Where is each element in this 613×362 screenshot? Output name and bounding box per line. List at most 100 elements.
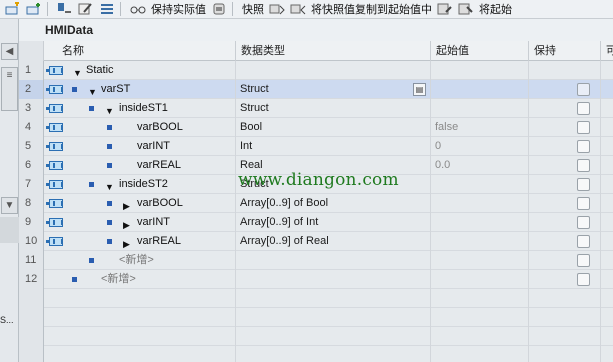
keep-actual-values-button[interactable]: 保持实际值 <box>151 1 206 17</box>
type-cell[interactable] <box>236 61 431 80</box>
table-row[interactable]: 11 <新增> <box>19 251 613 270</box>
table-row[interactable]: 4 varBOOL Bool false <box>19 118 613 137</box>
retain-checkbox[interactable] <box>577 159 590 172</box>
start-value-cell[interactable] <box>431 80 529 99</box>
retain-checkbox[interactable] <box>577 121 590 134</box>
type-cell[interactable]: Struct <box>236 99 431 118</box>
type-cell[interactable] <box>236 270 431 289</box>
scroll-bar[interactable]: ≡ <box>1 67 18 111</box>
start-value-cell[interactable] <box>431 232 529 251</box>
start-value-cell[interactable] <box>431 270 529 289</box>
name-cell[interactable]: <新增> <box>44 270 236 289</box>
load-actual-values-icon[interactable] <box>458 2 474 16</box>
expand-arrow-icon[interactable]: ▼ <box>105 178 114 194</box>
retain-checkbox[interactable] <box>577 83 590 96</box>
table-row[interactable]: 8 ▶ varBOOL Array[0..9] of Bool <box>19 194 613 213</box>
name-cell[interactable]: ▼ insideST1 <box>44 99 236 118</box>
start-value-cell[interactable]: 0 <box>431 137 529 156</box>
table-row[interactable]: 5 varINT Int 0 <box>19 137 613 156</box>
retain-checkbox[interactable] <box>577 216 590 229</box>
header-name[interactable]: 名称 <box>44 41 236 61</box>
start-value-cell[interactable] <box>431 175 529 194</box>
table-row-selected[interactable]: 2 ▼ varST Struct ▤ <box>19 80 613 99</box>
start-value-cell[interactable] <box>431 213 529 232</box>
type-cell[interactable]: Array[0..9] of Bool <box>236 194 431 213</box>
name-cell[interactable]: ▼ varST <box>44 80 236 99</box>
header-start-value[interactable]: 起始值 <box>431 41 529 61</box>
name-cell[interactable]: ▶ varBOOL <box>44 194 236 213</box>
header-retain[interactable]: 保持 <box>529 41 601 61</box>
type-cell[interactable] <box>236 251 431 270</box>
retain-cell[interactable] <box>529 118 601 137</box>
copy-snapshot-to-start-button[interactable]: 将快照值复制到起始值中 <box>311 1 432 17</box>
type-cell[interactable]: Struct ▤ <box>236 80 431 99</box>
header-more[interactable]: 可 <box>601 41 613 61</box>
name-cell[interactable]: varREAL <box>44 156 236 175</box>
name-cell[interactable]: ▶ varINT <box>44 213 236 232</box>
type-picker-icon[interactable]: ▤ <box>413 83 426 96</box>
name-cell[interactable]: <新增> <box>44 251 236 270</box>
start-value-cell[interactable]: false <box>431 118 529 137</box>
name-cell[interactable]: ▼ insideST2 <box>44 175 236 194</box>
name-cell[interactable]: varINT <box>44 137 236 156</box>
retain-checkbox[interactable] <box>577 197 590 210</box>
type-cell[interactable]: Bool <box>236 118 431 137</box>
add-new-member[interactable]: <新增> <box>119 251 154 269</box>
add-new-member[interactable]: <新增> <box>101 270 136 288</box>
table-row[interactable]: 1 ▼ Static <box>19 61 613 80</box>
retain-cell[interactable] <box>529 175 601 194</box>
glasses-icon[interactable] <box>130 2 146 16</box>
add-row-icon[interactable] <box>26 2 42 16</box>
name-cell[interactable]: varBOOL <box>44 118 236 137</box>
list-icon[interactable] <box>99 2 115 16</box>
retain-checkbox[interactable] <box>577 235 590 248</box>
start-value-cell[interactable]: 0.0 <box>431 156 529 175</box>
collapsed-arrow-icon[interactable]: ▶ <box>123 197 130 213</box>
collapsed-arrow-icon[interactable]: ▶ <box>123 235 130 251</box>
retain-checkbox[interactable] <box>577 178 590 191</box>
table-row[interactable]: 9 ▶ varINT Array[0..9] of Int <box>19 213 613 232</box>
retain-cell[interactable] <box>529 232 601 251</box>
load-start-values-icon[interactable] <box>437 2 453 16</box>
snapshot-icon[interactable] <box>211 2 227 16</box>
name-cell[interactable]: ▶ varREAL <box>44 232 236 251</box>
edit-icon[interactable] <box>78 2 94 16</box>
retain-checkbox[interactable] <box>577 254 590 267</box>
insert-row-icon[interactable] <box>5 2 21 16</box>
table-row[interactable]: 10 ▶ varREAL Array[0..9] of Real <box>19 232 613 251</box>
retain-cell[interactable] <box>529 99 601 118</box>
start-value-cell[interactable] <box>431 61 529 80</box>
retain-cell[interactable] <box>529 270 601 289</box>
table-row[interactable]: 3 ▼ insideST1 Struct <box>19 99 613 118</box>
retain-checkbox[interactable] <box>577 102 590 115</box>
snapshot-button[interactable]: 快照 <box>242 1 264 17</box>
collapse-arrow-icon[interactable]: ◀ <box>1 43 18 60</box>
chevron-down-icon[interactable]: ▼ <box>1 197 18 214</box>
start-value-cell[interactable] <box>431 194 529 213</box>
retain-cell[interactable] <box>529 213 601 232</box>
expand-arrow-icon[interactable]: ▼ <box>88 83 97 99</box>
snapshot-load-icon[interactable] <box>290 2 306 16</box>
header-datatype[interactable]: 数据类型 <box>236 41 431 61</box>
expand-arrow-icon[interactable]: ▼ <box>73 64 82 80</box>
type-cell[interactable]: Int <box>236 137 431 156</box>
start-value-cell[interactable] <box>431 99 529 118</box>
copy-to-start-truncated-button[interactable]: 将起始 <box>479 1 512 17</box>
name-cell[interactable]: ▼ Static <box>44 61 236 80</box>
collapsed-arrow-icon[interactable]: ▶ <box>123 216 130 232</box>
retain-cell[interactable] <box>529 251 601 270</box>
start-value-cell[interactable] <box>431 251 529 270</box>
monitor-icon[interactable] <box>57 2 73 16</box>
retain-cell[interactable] <box>529 194 601 213</box>
retain-cell[interactable] <box>529 80 601 99</box>
retain-checkbox[interactable] <box>577 140 590 153</box>
retain-cell[interactable] <box>529 137 601 156</box>
type-cell[interactable]: Array[0..9] of Real <box>236 232 431 251</box>
retain-cell[interactable] <box>529 156 601 175</box>
row-number: 3 <box>19 99 44 118</box>
type-cell[interactable]: Array[0..9] of Int <box>236 213 431 232</box>
expand-arrow-icon[interactable]: ▼ <box>105 102 114 118</box>
table-row[interactable]: 12 <新增> <box>19 270 613 289</box>
snapshot-copy-icon[interactable] <box>269 2 285 16</box>
retain-checkbox[interactable] <box>577 273 590 286</box>
